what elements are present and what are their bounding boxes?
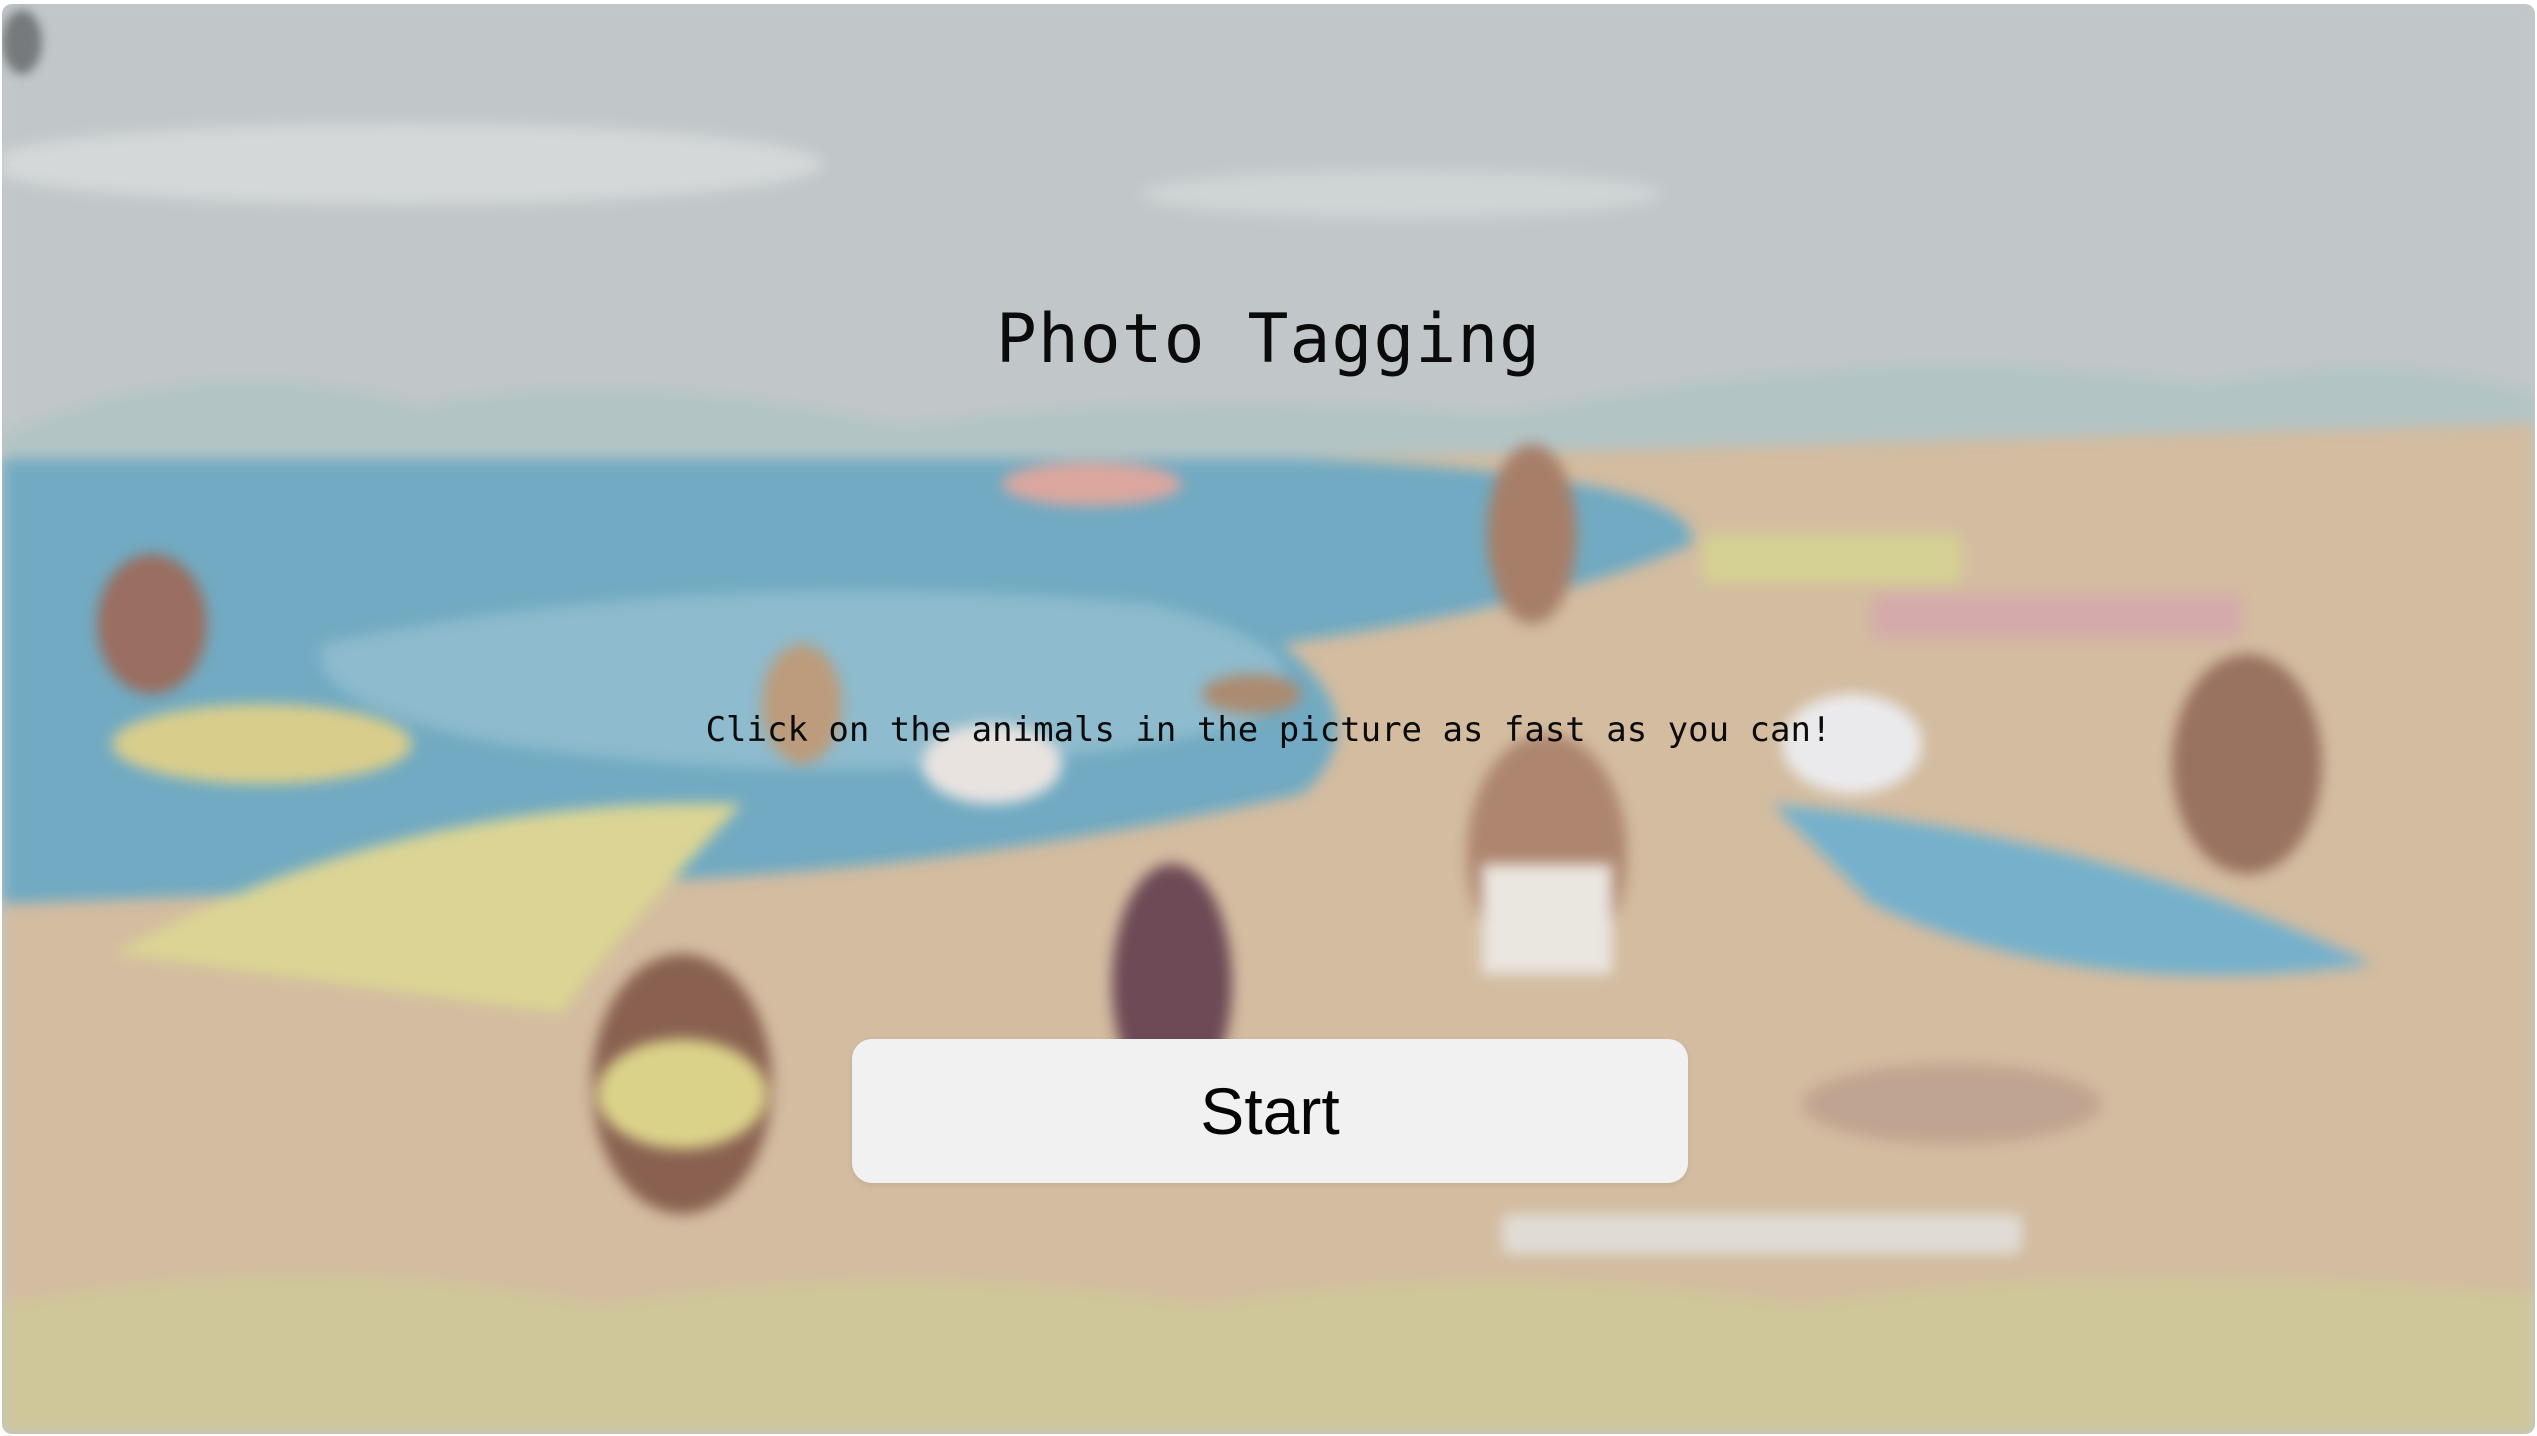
corner-shadow	[2, 10, 42, 74]
instructions-text: Click on the animals in the picture as f…	[705, 710, 1832, 750]
start-button[interactable]: Start	[852, 1039, 1688, 1183]
page-title: Photo Tagging	[995, 300, 1542, 379]
game-window: Photo Tagging Click on the animals in th…	[2, 4, 2535, 1434]
